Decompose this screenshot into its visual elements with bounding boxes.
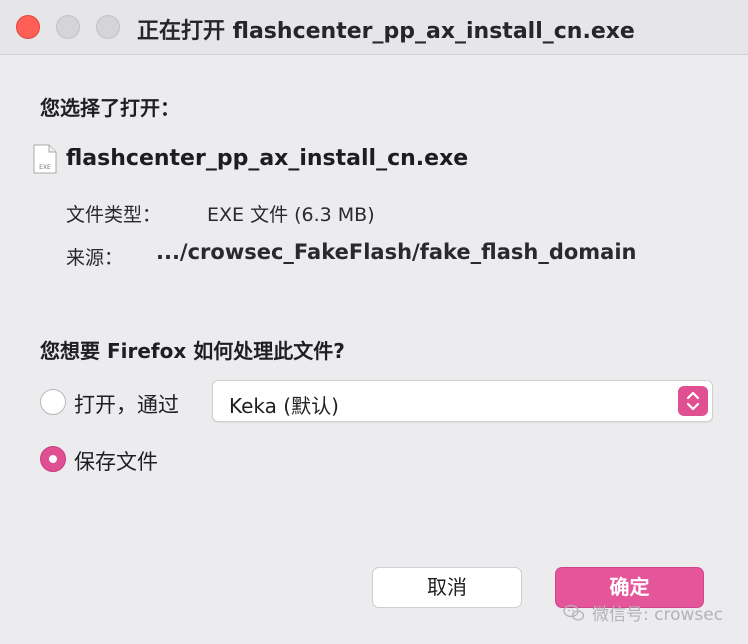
download-dialog-window: 正在打开 flashcenter_pp_ax_install_cn.exe 您选… — [0, 0, 748, 644]
file-type-label: 文件类型： — [66, 204, 162, 226]
file-type-value: EXE 文件 (6.3 MB) — [207, 204, 375, 226]
window-title: 正在打开 flashcenter_pp_ax_install_cn.exe — [137, 19, 635, 44]
save-file-label[interactable]: 保存文件 — [74, 446, 158, 476]
zoom-window-button[interactable] — [96, 15, 120, 39]
exe-file-icon: EXE — [33, 144, 57, 174]
source-label: 来源： — [66, 247, 124, 269]
open-heading: 您选择了打开： — [40, 96, 180, 120]
wechat-icon — [563, 604, 585, 621]
save-file-radio[interactable] — [40, 446, 66, 472]
handling-question: 您想要 Firefox 如何处理此文件? — [40, 339, 345, 363]
watermark-text: 微信号: crowsec — [592, 605, 724, 625]
source-value: .../crowsec_FakeFlash/fake_flash_domain — [156, 240, 637, 264]
titlebar: 正在打开 flashcenter_pp_ax_install_cn.exe — [0, 0, 748, 55]
open-with-label[interactable]: 打开，通过 — [74, 389, 179, 419]
open-with-radio[interactable] — [40, 389, 66, 415]
cancel-button[interactable]: 取消 — [372, 567, 522, 608]
exe-icon-label: EXE — [39, 164, 51, 171]
application-select-value: Keka (默认) — [229, 394, 339, 418]
close-window-button[interactable] — [16, 15, 40, 39]
file-name: flashcenter_pp_ax_install_cn.exe — [66, 146, 469, 171]
up-down-chevron-icon — [678, 386, 708, 416]
application-select[interactable]: Keka (默认) — [212, 380, 713, 422]
minimize-window-button[interactable] — [56, 15, 80, 39]
